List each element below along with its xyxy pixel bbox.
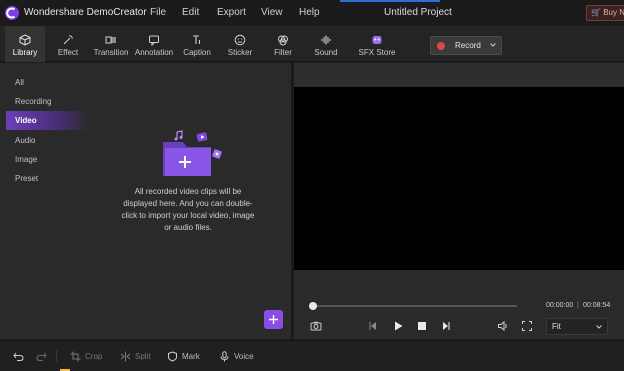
transition-icon — [105, 36, 116, 44]
menu-help[interactable]: Help — [299, 7, 320, 18]
split-label: Split — [135, 352, 151, 361]
split-icon — [120, 351, 131, 362]
main-toolbar: Library Effect Transition Annotation Cap… — [0, 26, 624, 62]
tab-effect-label: Effect — [57, 48, 79, 57]
menu-edit[interactable]: Edit — [182, 7, 199, 18]
total-time: 00:08:54 — [583, 302, 611, 309]
caption-icon — [193, 35, 201, 44]
category-preset[interactable]: Preset — [6, 169, 90, 188]
category-all[interactable]: All — [6, 73, 90, 92]
stop-icon[interactable] — [416, 320, 428, 332]
sfx-store-icon — [372, 36, 382, 44]
tab-sound-label: Sound — [314, 48, 338, 57]
tab-library-label: Library — [12, 48, 38, 57]
menu-file[interactable]: File — [150, 7, 166, 18]
tab-library[interactable]: Library — [5, 26, 45, 62]
next-frame-icon[interactable] — [440, 320, 452, 332]
tab-sfx-store[interactable]: SFX Store — [356, 26, 398, 62]
playback-progress-track[interactable] — [312, 305, 517, 307]
mark-button[interactable]: Mark — [167, 351, 207, 363]
chevron-down-icon[interactable] — [489, 41, 497, 49]
menu-export[interactable]: Export — [217, 7, 246, 18]
current-time: 00:00:00 — [546, 302, 574, 309]
plus-icon — [269, 315, 278, 324]
empty-folder-illustration — [163, 130, 222, 176]
tab-sticker[interactable]: Sticker — [222, 26, 258, 62]
category-image[interactable]: Image — [6, 150, 90, 169]
title-accent-line — [340, 0, 440, 2]
voice-label: Voice — [234, 352, 254, 361]
fullscreen-icon[interactable] — [521, 320, 533, 332]
snapshot-camera-icon[interactable] — [310, 320, 322, 332]
project-title: Untitled Project — [384, 7, 452, 18]
preview-header — [294, 63, 624, 87]
previous-frame-icon[interactable] — [367, 320, 379, 332]
volume-icon[interactable] — [497, 320, 509, 332]
tab-transition-label: Transition — [93, 48, 129, 57]
playback-progress-handle[interactable] — [309, 302, 317, 310]
zoom-fit-select[interactable]: Fit — [546, 318, 608, 335]
app-logo-icon — [5, 6, 19, 20]
buy-label: Buy N — [603, 8, 624, 17]
record-dot-icon — [437, 42, 445, 50]
shield-mark-icon — [168, 351, 177, 362]
microphone-icon — [220, 351, 229, 362]
tab-filter[interactable]: Filter — [266, 26, 300, 62]
voice-button[interactable]: Voice — [219, 351, 259, 363]
magic-wand-icon — [63, 35, 73, 45]
redo-button[interactable] — [36, 351, 47, 363]
play-icon[interactable] — [392, 320, 404, 332]
empty-library-message: All recorded video clips will be display… — [121, 187, 255, 232]
sound-wave-icon — [321, 35, 331, 45]
tab-filter-label: Filter — [274, 48, 292, 57]
crop-button[interactable]: Crop — [70, 351, 110, 363]
cart-icon: 🛒 — [591, 8, 601, 17]
tab-sound[interactable]: Sound — [308, 26, 344, 62]
category-audio[interactable]: Audio — [6, 131, 90, 150]
tab-annotation-label: Annotation — [134, 48, 174, 57]
app-name: Wondershare DemoCreator — [24, 7, 147, 18]
sticker-icon — [234, 34, 246, 46]
tab-annotation[interactable]: Annotation — [134, 26, 174, 62]
redo-icon — [36, 352, 47, 361]
chevron-down-icon — [596, 325, 602, 329]
split-button[interactable]: Split — [120, 351, 160, 363]
menu-view[interactable]: View — [261, 7, 283, 18]
record-button[interactable]: Record — [430, 36, 502, 55]
title-bar: Wondershare DemoCreator File Edit Export… — [0, 0, 624, 26]
undo-button[interactable] — [13, 351, 24, 363]
tab-transition[interactable]: Transition — [92, 26, 130, 62]
mark-label: Mark — [182, 352, 200, 361]
cube-icon — [19, 34, 31, 46]
tab-sticker-label: Sticker — [227, 48, 253, 57]
bottom-toolbar: Crop Split Mark Voice — [0, 340, 624, 371]
video-preview-canvas[interactable] — [294, 87, 624, 270]
buy-now-button[interactable]: 🛒 Buy N — [586, 5, 624, 21]
category-recording[interactable]: Recording — [6, 92, 90, 111]
record-label: Record — [455, 41, 481, 50]
toolbar-separator — [56, 350, 57, 362]
tab-effect[interactable]: Effect — [50, 26, 86, 62]
undo-icon — [13, 352, 24, 361]
tab-caption[interactable]: Caption — [180, 26, 214, 62]
tab-sfx-store-label: SFX Store — [358, 48, 396, 57]
crop-label: Crop — [85, 352, 103, 361]
crop-icon — [70, 351, 81, 362]
zoom-fit-value: Fit — [552, 322, 561, 331]
add-media-button[interactable] — [264, 310, 283, 329]
preview-panel — [294, 63, 624, 339]
tab-caption-label: Caption — [183, 48, 211, 57]
category-video[interactable]: Video — [6, 111, 90, 130]
time-separator: | — [577, 302, 579, 309]
annotation-icon — [149, 35, 159, 46]
filter-icon — [278, 35, 288, 46]
